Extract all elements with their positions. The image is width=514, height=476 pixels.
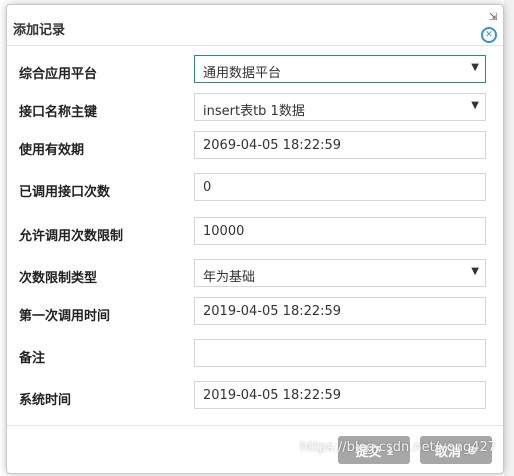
input-first-call-time-value: 2019-04-05 18:22:59: [203, 304, 342, 319]
form-row-remark: 备注: [7, 339, 503, 371]
chevron-down-icon: ▼: [471, 62, 479, 73]
chevron-down-icon: ▼: [471, 266, 479, 277]
resize-icon[interactable]: ⇲: [489, 13, 499, 23]
input-valid-period[interactable]: 2069-04-05 18:22:59: [194, 131, 486, 159]
close-icon[interactable]: ✕: [481, 27, 497, 43]
input-valid-period-value: 2069-04-05 18:22:59: [203, 138, 342, 153]
input-called-count-value: 0: [203, 180, 212, 195]
label-system-time: 系统时间: [19, 393, 72, 408]
label-called-count: 已调用接口次数: [19, 185, 111, 200]
label-call-limit: 允许调用次数限制: [19, 229, 124, 244]
select-interface-key-value: insert表tb 1数据: [203, 104, 305, 119]
background-edge: [504, 0, 514, 476]
label-first-call-time: 第一次调用时间: [19, 309, 111, 324]
watermark-text: https://blog.csdn.net/yong427: [300, 440, 497, 455]
label-valid-period: 使用有效期: [19, 143, 85, 158]
form-row-first-call-time: 第一次调用时间 2019-04-05 18:22:59: [7, 297, 503, 329]
select-platform[interactable]: 通用数据平台 ▼: [194, 55, 486, 83]
form-row-interface-key: 接口名称主键 insert表tb 1数据 ▼: [7, 93, 503, 125]
input-first-call-time[interactable]: 2019-04-05 18:22:59: [194, 297, 486, 325]
form-row-system-time: 系统时间 2019-04-05 18:22:59: [7, 381, 503, 413]
dialog-title: 添加记录: [13, 23, 66, 38]
add-record-dialog: 添加记录 ⇲ ✕ 综合应用平台 通用数据平台 ▼ 接口名称主键 insert表t…: [6, 4, 504, 474]
select-interface-key[interactable]: insert表tb 1数据 ▼: [194, 93, 486, 121]
form-row-call-limit: 允许调用次数限制 10000: [7, 217, 503, 249]
dialog-titlebar: 添加记录 ⇲ ✕: [7, 5, 503, 46]
label-limit-type: 次数限制类型: [19, 271, 98, 286]
input-called-count[interactable]: 0: [194, 173, 486, 201]
form-row-valid-period: 使用有效期 2069-04-05 18:22:59: [7, 131, 503, 163]
select-platform-value: 通用数据平台: [203, 66, 282, 81]
input-call-limit[interactable]: 10000: [194, 217, 486, 245]
label-interface-key: 接口名称主键: [19, 105, 98, 120]
label-remark: 备注: [19, 351, 46, 366]
select-limit-type-value: 年为基础: [203, 270, 256, 285]
chevron-down-icon: ▼: [471, 100, 479, 111]
form-row-called-count: 已调用接口次数 0: [7, 173, 503, 205]
input-call-limit-value: 10000: [203, 224, 245, 239]
input-system-time[interactable]: 2019-04-05 18:22:59: [194, 381, 486, 409]
select-limit-type[interactable]: 年为基础 ▼: [194, 259, 486, 287]
input-remark[interactable]: [194, 339, 486, 367]
form-row-platform: 综合应用平台 通用数据平台 ▼: [7, 55, 503, 87]
form-row-limit-type: 次数限制类型 年为基础 ▼: [7, 259, 503, 291]
input-system-time-value: 2019-04-05 18:22:59: [203, 388, 342, 403]
label-platform: 综合应用平台: [19, 67, 98, 82]
